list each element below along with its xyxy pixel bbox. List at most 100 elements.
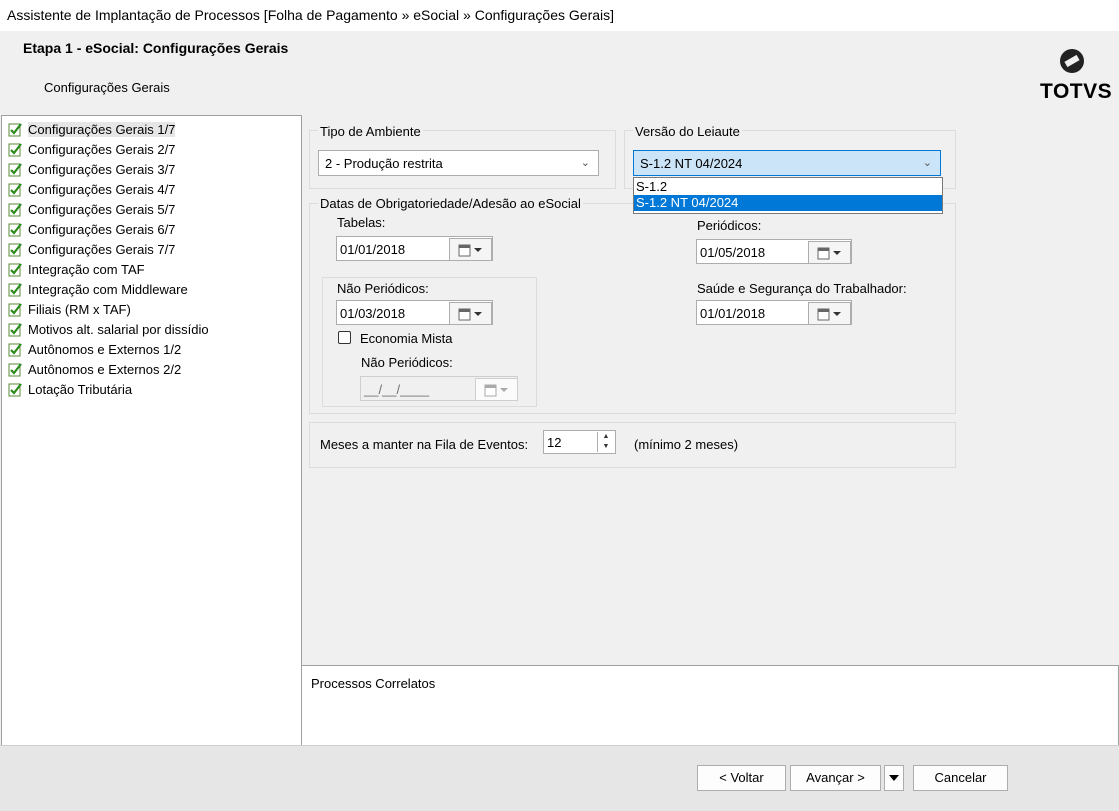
chevron-down-icon: ⌄ — [580, 157, 590, 169]
meses-value: 12 — [547, 435, 562, 450]
sst-date-field[interactable]: 01/01/2018 — [696, 300, 852, 325]
ambiente-label: Tipo de Ambiente — [318, 124, 423, 139]
sidebar-item-label: Lotação Tributária — [28, 381, 133, 397]
checkmark-icon — [8, 182, 22, 196]
stepper-buttons[interactable]: ▲ ▼ — [597, 432, 614, 452]
checkmark-icon — [8, 242, 22, 256]
title-bar: Assistente de Implantação de Processos [… — [0, 0, 1119, 31]
tabelas-date-field[interactable]: 01/01/2018 — [336, 236, 493, 261]
logo-text: TOTVS — [1040, 80, 1113, 103]
chevron-down-icon: ⌄ — [922, 157, 932, 169]
checkmark-icon — [8, 202, 22, 216]
sidebar-item-config-4[interactable]: Configurações Gerais 4/7 — [8, 180, 175, 198]
sst-label: Saúde e Segurança do Trabalhador: — [697, 281, 907, 296]
calendar-button[interactable] — [808, 241, 851, 264]
leiaute-option[interactable]: S-1.2 NT 04/2024 — [634, 195, 942, 211]
sidebar-item-label: Configurações Gerais 2/7 — [28, 141, 176, 157]
calendar-button[interactable] — [449, 302, 492, 325]
sidebar-item-label: Autônomos e Externos 2/2 — [28, 361, 182, 377]
totvs-logo-icon — [1060, 49, 1084, 73]
fila-label: Meses a manter na Fila de Eventos: — [320, 437, 529, 452]
sidebar-item-label: Configurações Gerais 5/7 — [28, 201, 176, 217]
leiaute-label: Versão do Leiaute — [633, 124, 742, 139]
leiaute-option[interactable]: S-1.2 — [634, 179, 942, 195]
nao-periodicos-date-value: 01/03/2018 — [340, 306, 406, 321]
sidebar-item-lotacao[interactable]: Lotação Tributária — [8, 380, 132, 398]
checkmark-icon — [8, 282, 22, 296]
ambiente-value: 2 - Produção restrita — [325, 156, 443, 171]
periodicos-label: Periódicos: — [697, 218, 762, 233]
sidebar-item-config-6[interactable]: Configurações Gerais 6/7 — [8, 220, 175, 238]
next-options-button[interactable] — [884, 765, 904, 791]
periodicos-date-value: 01/05/2018 — [700, 245, 766, 260]
calendar-icon — [817, 308, 841, 321]
calendar-icon — [817, 247, 841, 260]
sidebar-item-label: Motivos alt. salarial por dissídio — [28, 321, 209, 337]
sidebar-item-label: Configurações Gerais 3/7 — [28, 161, 176, 177]
sidebar-item-motivos[interactable]: Motivos alt. salarial por dissídio — [8, 320, 209, 338]
processos-correlatos-panel: Processos Correlatos — [301, 665, 1119, 746]
sidebar-item-label: Autônomos e Externos 1/2 — [28, 341, 182, 357]
checkmark-icon — [8, 122, 22, 136]
em-nao-periodicos-date-field[interactable]: __/__/____ — [360, 376, 518, 401]
steps-sidebar: Configurações Gerais 1/7 Configurações G… — [1, 115, 302, 746]
leiaute-value: S-1.2 NT 04/2024 — [640, 156, 743, 171]
leiaute-select[interactable]: S-1.2 NT 04/2024 ⌄ — [633, 150, 941, 176]
sidebar-item-label: Configurações Gerais 4/7 — [28, 181, 176, 197]
sidebar-item-config-7[interactable]: Configurações Gerais 7/7 — [8, 240, 175, 258]
stepper-down-icon[interactable]: ▼ — [598, 442, 614, 452]
meses-stepper[interactable]: 12 ▲ ▼ — [543, 430, 616, 454]
leiaute-dropdown-list: S-1.2 S-1.2 NT 04/2024 — [633, 177, 943, 214]
checkmark-icon — [8, 222, 22, 236]
cancel-button[interactable]: Cancelar — [913, 765, 1008, 791]
sidebar-item-config-5[interactable]: Configurações Gerais 5/7 — [8, 200, 175, 218]
sidebar-item-autonomos-1[interactable]: Autônomos e Externos 1/2 — [8, 340, 181, 358]
periodicos-date-field[interactable]: 01/05/2018 — [696, 239, 852, 264]
em-nao-periodicos-label: Não Periódicos: — [361, 355, 453, 370]
stage-title: Etapa 1 - eSocial: Configurações Gerais — [23, 40, 289, 56]
em-nao-periodicos-date-value: __/__/____ — [364, 382, 430, 397]
calendar-icon — [458, 308, 482, 321]
calendar-button[interactable] — [475, 378, 518, 401]
fila-hint: (mínimo 2 meses) — [634, 437, 739, 452]
sidebar-item-label: Configurações Gerais 6/7 — [28, 221, 176, 237]
sst-date-value: 01/01/2018 — [700, 306, 766, 321]
sidebar-item-config-2[interactable]: Configurações Gerais 2/7 — [8, 140, 175, 158]
tabelas-label: Tabelas: — [337, 215, 386, 230]
datas-label: Datas de Obrigatoriedade/Adesão ao eSoci… — [318, 196, 583, 211]
calendar-button[interactable] — [808, 302, 851, 325]
tabelas-date-value: 01/01/2018 — [340, 242, 406, 257]
sidebar-item-config-3[interactable]: Configurações Gerais 3/7 — [8, 160, 175, 178]
back-button[interactable]: < Voltar — [697, 765, 786, 791]
caret-down-icon — [889, 775, 899, 781]
checkmark-icon — [8, 262, 22, 276]
checkmark-icon — [8, 382, 22, 396]
next-button[interactable]: Avançar > — [790, 765, 881, 791]
sidebar-item-label: Filiais (RM x TAF) — [28, 301, 131, 317]
sidebar-item-config-1[interactable]: Configurações Gerais 1/7 — [8, 120, 176, 138]
nao-periodicos-date-field[interactable]: 01/03/2018 — [336, 300, 493, 325]
ambiente-select[interactable]: 2 - Produção restrita ⌄ — [318, 150, 599, 176]
processos-correlatos-label: Processos Correlatos — [311, 676, 436, 691]
checkmark-icon — [8, 362, 22, 376]
sidebar-item-label: Configurações Gerais 1/7 — [28, 121, 176, 137]
economia-mista-label: Economia Mista — [360, 331, 453, 346]
sidebar-item-label: Integração com Middleware — [28, 281, 188, 297]
checkmark-icon — [8, 342, 22, 356]
economia-mista-checkbox[interactable] — [338, 331, 351, 344]
sidebar-item-label: Configurações Gerais 7/7 — [28, 241, 176, 257]
sidebar-item-autonomos-2[interactable]: Autônomos e Externos 2/2 — [8, 360, 181, 378]
stepper-up-icon[interactable]: ▲ — [598, 432, 614, 442]
sidebar-item-filiais[interactable]: Filiais (RM x TAF) — [8, 300, 131, 318]
checkmark-icon — [8, 162, 22, 176]
checkmark-icon — [8, 302, 22, 316]
sidebar-item-middleware[interactable]: Integração com Middleware — [8, 280, 188, 298]
calendar-icon — [458, 244, 482, 257]
sidebar-item-taf[interactable]: Integração com TAF — [8, 260, 145, 278]
checkmark-icon — [8, 322, 22, 336]
checkmark-icon — [8, 142, 22, 156]
stage-subtitle: Configurações Gerais — [44, 80, 170, 95]
calendar-icon — [484, 384, 508, 397]
calendar-button[interactable] — [449, 238, 492, 261]
nao-periodicos-label: Não Periódicos: — [337, 281, 429, 296]
